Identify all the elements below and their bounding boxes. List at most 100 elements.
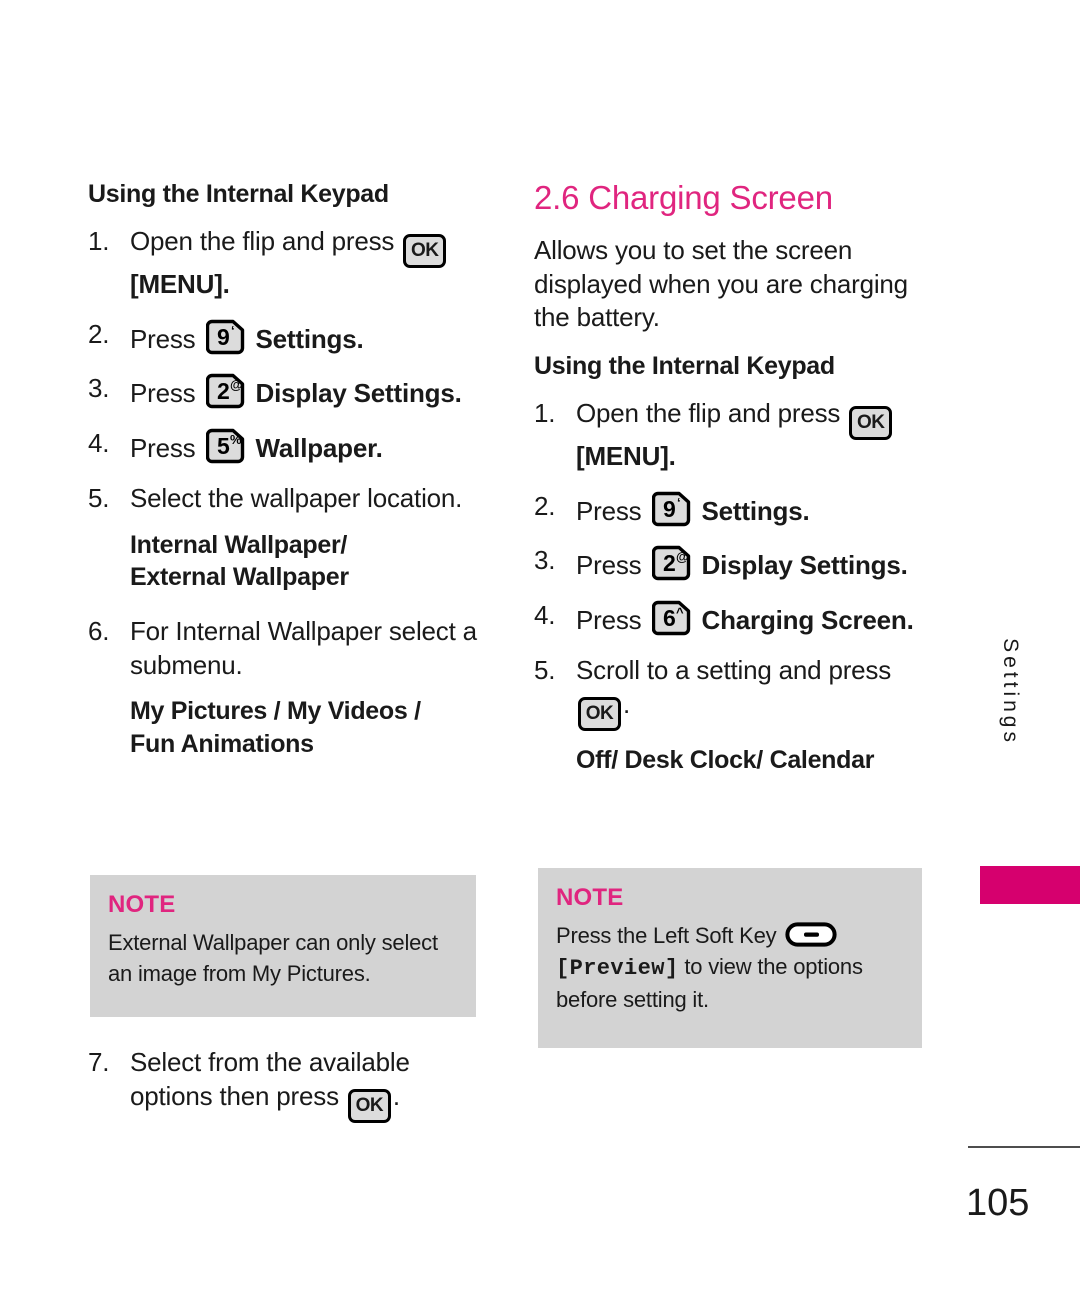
step-subnote-line: Fun Animations	[130, 729, 314, 758]
left-column: Using the Internal Keypad 1. Open the fl…	[88, 180, 482, 791]
step-text: Select the wallpaper location.	[130, 482, 463, 513]
step-text-bold: Settings.	[701, 495, 810, 526]
step-item: 2. Press 9 ‘ Settings.	[88, 318, 482, 357]
step-text-period: .	[392, 1080, 400, 1111]
numeric-key-9-icon: 9 ‘	[205, 318, 246, 356]
step-text-bold: Wallpaper.	[255, 433, 383, 464]
numeric-key-digit: 5	[217, 433, 230, 459]
note-text-part1: Press the Left Soft Key	[556, 923, 777, 948]
chapter-edge-tab-block	[980, 866, 1080, 904]
step-item: 6. For Internal Wallpaper select a subme…	[88, 615, 482, 760]
step-text: Open the flip and press	[130, 225, 395, 256]
ok-key-icon: OK	[403, 233, 447, 268]
step-body: Scroll to a setting and press OK. Off/ D…	[576, 654, 928, 775]
left-steps-list: 1. Open the flip and press OK [MENU]. 2.…	[88, 225, 482, 760]
step-text: Open the flip and press	[576, 397, 841, 428]
step-item: 5. Scroll to a setting and press OK. Off…	[534, 654, 928, 775]
numeric-key-sup: @	[230, 377, 242, 392]
numeric-key-sup: ‘	[231, 323, 234, 338]
numeric-key-digit: 6	[663, 605, 676, 631]
ok-key-icon: OK	[347, 1088, 391, 1123]
numeric-key-digit: 9	[217, 324, 230, 350]
step-subnote-line: My Pictures / My Videos /	[130, 697, 421, 726]
step-body: Press 5 % Wallpaper.	[130, 427, 482, 466]
numeric-key-2-icon: 2 @	[205, 372, 246, 410]
step-number: 1.	[534, 397, 556, 428]
numeric-key-9-icon: 9 ‘	[651, 490, 692, 528]
step-text: Press	[130, 378, 196, 409]
step-number: 5.	[88, 482, 110, 513]
note-text: External Wallpaper can only select an im…	[108, 930, 438, 987]
section-intro-text: Allows you to set the screen displayed w…	[534, 235, 908, 332]
step-item: 3. Press 2 @ Display Settings.	[534, 544, 928, 583]
note-box-left: NOTE External Wallpaper can only select …	[90, 875, 476, 1017]
step-number: 5.	[534, 655, 556, 686]
numeric-key-digit: 2	[217, 378, 230, 404]
left-section-heading: Using the Internal Keypad	[88, 180, 389, 208]
step-text-bold: Display Settings.	[255, 378, 462, 409]
step-text: Press	[130, 433, 196, 464]
chapter-edge-tab-label: Settings	[999, 638, 1022, 746]
step-number: 7.	[88, 1047, 110, 1077]
step-number: 1.	[88, 225, 110, 256]
step-item: 2. Press 9 ‘ Settings.	[534, 490, 928, 529]
page-number: 105	[966, 1182, 1030, 1224]
step-body: Select the wallpaper location. Internal …	[130, 482, 482, 593]
step-body: Press 9 ‘ Settings.	[576, 490, 928, 529]
step-number: 2.	[534, 490, 556, 521]
note-label: NOTE	[556, 884, 624, 911]
step-text: Press	[576, 550, 642, 581]
note-box-right: NOTE Press the Left Soft Key [Preview] t…	[538, 868, 922, 1048]
step-body: Press 2 @ Display Settings.	[576, 544, 928, 583]
right-section-heading: Using the Internal Keypad	[534, 352, 835, 381]
ok-key-icon: OK	[578, 696, 621, 731]
chapter-edge-tab: Settings	[980, 638, 1080, 908]
step-item: 4. Press 6 ^ Charging Screen.	[534, 599, 928, 638]
step-body: Open the flip and press OK [MENU].	[130, 225, 482, 302]
step-body: Select from the available options then p…	[130, 1046, 482, 1123]
footer-divider	[968, 1146, 1080, 1148]
manual-page: Using the Internal Keypad 1. Open the fl…	[0, 0, 1080, 1295]
step-body: Open the flip and press OK [MENU].	[576, 397, 928, 474]
step-text: Press	[130, 323, 196, 354]
step-text-bold: [MENU].	[576, 440, 676, 471]
step-subnote-line: Internal Wallpaper/	[130, 530, 348, 559]
numeric-key-sup: ‘	[677, 495, 680, 510]
step-number: 4.	[88, 428, 110, 459]
step-body: For Internal Wallpaper select a submenu.…	[130, 615, 482, 760]
numeric-key-digit: 2	[663, 550, 676, 576]
step-subnote-line: Off/ Desk Clock/ Calendar	[576, 745, 875, 774]
step-text-bold: [MENU].	[130, 268, 230, 299]
step-text: Scroll to a setting and press	[576, 655, 892, 686]
numeric-key-sup: %	[230, 432, 242, 447]
step-body: Press 2 @ Display Settings.	[130, 372, 482, 411]
page-title: 2.6 Charging Screen	[534, 179, 833, 216]
step-text-period: .	[623, 688, 631, 719]
step-text: Press	[576, 495, 642, 526]
step-number: 2.	[88, 318, 110, 349]
step-item: 3. Press 2 @ Display Settings.	[88, 372, 482, 411]
step-text-bold: Display Settings.	[701, 550, 908, 581]
left-steps-continued: 7. Select from the available options the…	[88, 1046, 482, 1123]
numeric-key-2-icon: 2 @	[651, 544, 692, 582]
note-label: NOTE	[108, 891, 176, 918]
step-text-bold: Settings.	[255, 323, 364, 354]
numeric-key-5-icon: 5 %	[205, 427, 246, 465]
step-body: Press 9 ‘ Settings.	[130, 318, 482, 357]
note-text: Press the Left Soft Key [Preview] to vie…	[556, 920, 904, 1016]
ok-key-icon: OK	[849, 405, 893, 440]
step-subnote-line: External Wallpaper	[130, 563, 349, 592]
step-text: For Internal Wallpaper select a submenu.	[130, 615, 477, 680]
numeric-key-digit: 9	[663, 496, 676, 522]
step-number: 3.	[534, 545, 556, 576]
step-item: 4. Press 5 % Wallpaper.	[88, 427, 482, 466]
right-steps-list: 1. Open the flip and press OK [MENU]. 2.…	[534, 397, 928, 775]
step-item: 1. Open the flip and press OK [MENU].	[534, 397, 928, 474]
numeric-key-6-icon: 6 ^	[651, 599, 692, 637]
step-text: Press	[576, 605, 642, 636]
step-number: 6.	[88, 615, 110, 646]
numeric-key-sup: ^	[676, 605, 684, 620]
step-number: 3.	[88, 373, 110, 404]
step-item: 1. Open the flip and press OK [MENU].	[88, 225, 482, 302]
step-item: 5. Select the wallpaper location. Intern…	[88, 482, 482, 593]
